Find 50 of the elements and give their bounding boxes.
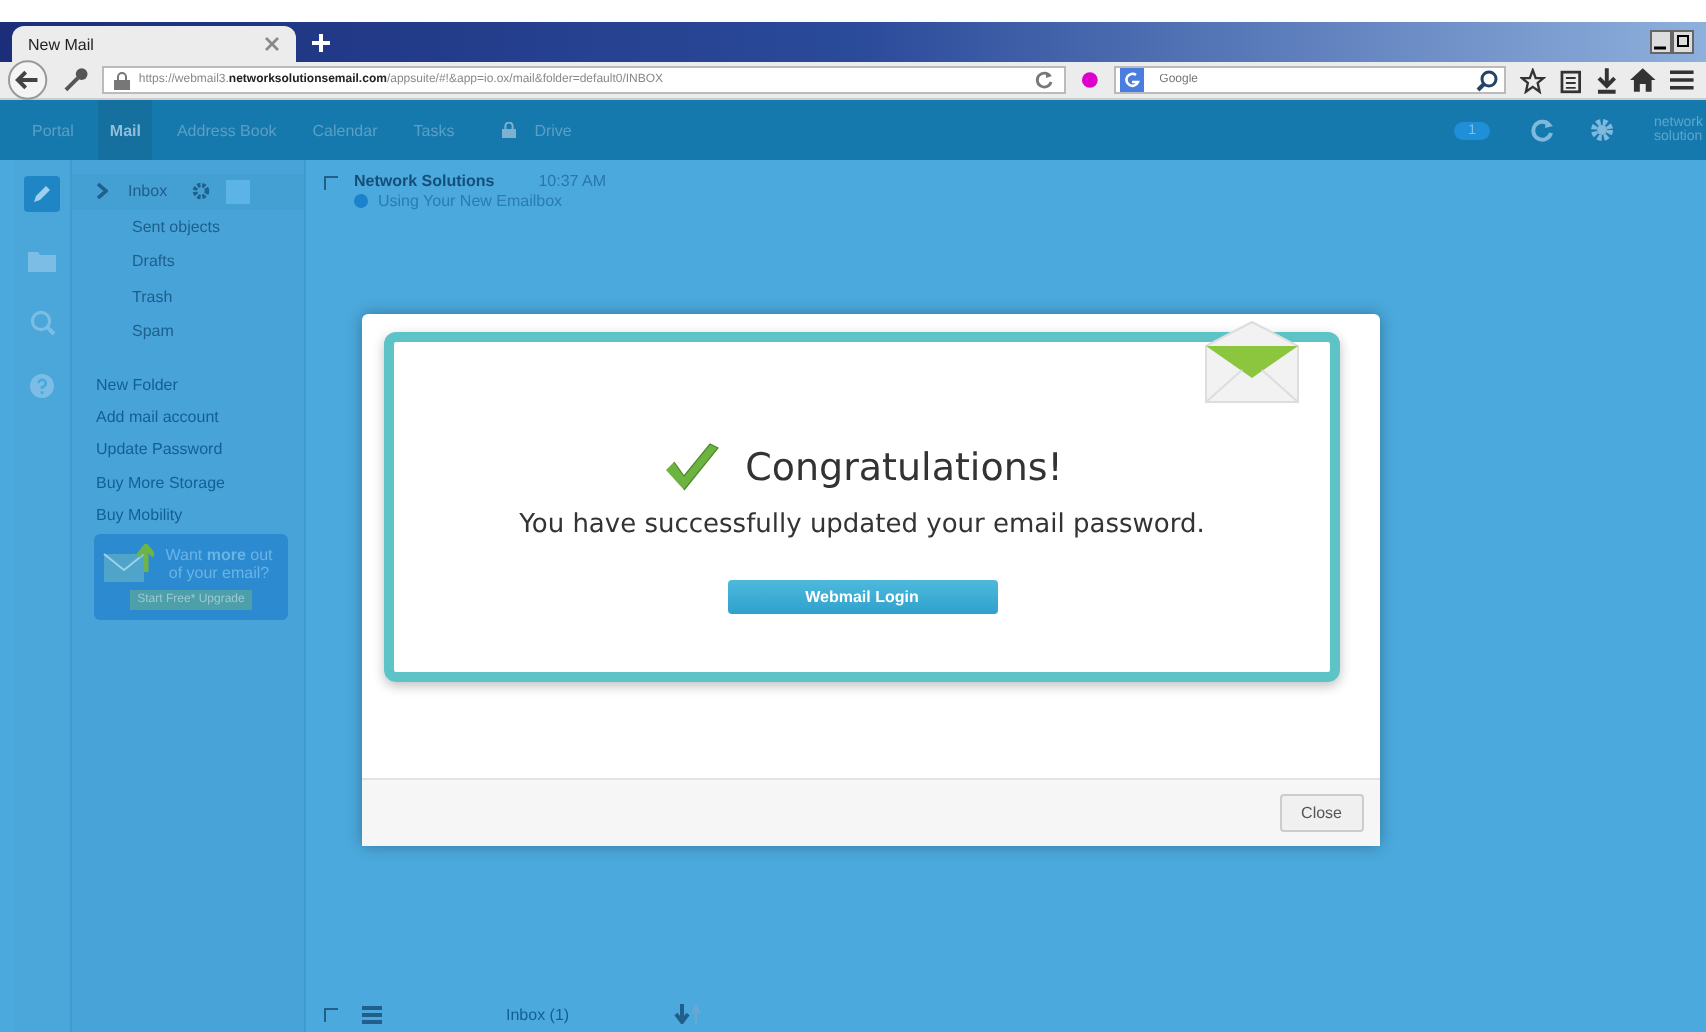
plus-icon[interactable]	[312, 34, 330, 52]
app-tab[interactable]: Address Book	[164, 100, 289, 160]
promo-text: Want more out of your email?	[163, 546, 275, 583]
clipboard-icon[interactable]	[1559, 67, 1582, 93]
folder-link[interactable]: New Folder	[96, 373, 304, 395]
folder-link[interactable]: Update Password	[96, 438, 304, 461]
folder-item[interactable]: Trash	[72, 279, 304, 314]
folder-item[interactable]: Spam	[72, 314, 304, 349]
login-button[interactable]: Webmail Login	[727, 580, 997, 614]
sort-icon[interactable]	[673, 1004, 702, 1024]
menu-icon[interactable]	[1670, 70, 1694, 90]
checkmark-icon	[661, 442, 722, 494]
dialog-title: Congratulations!	[745, 446, 1063, 490]
list-view-icon[interactable]	[362, 1005, 382, 1023]
refresh-icon[interactable]	[1530, 118, 1554, 142]
folder-link[interactable]: Buy Mobility	[96, 504, 304, 527]
mail-sender: Network Solutions	[354, 172, 495, 190]
settings-icon[interactable]	[1590, 118, 1614, 142]
search-icon[interactable]	[1476, 69, 1499, 91]
back-icon[interactable]	[8, 60, 48, 100]
download-icon[interactable]	[1595, 67, 1617, 93]
google-icon	[1119, 68, 1144, 92]
folder-link[interactable]: Add mail account	[96, 405, 304, 428]
app-tab[interactable]: Tasks	[401, 100, 467, 160]
app-tab[interactable]: Portal	[20, 100, 86, 160]
app-tab[interactable]: Calendar	[300, 100, 390, 160]
key-icon	[61, 66, 89, 94]
browser-tab[interactable]: New Mail	[12, 26, 296, 62]
close-icon[interactable]	[264, 36, 280, 52]
reload-icon[interactable]	[1033, 70, 1054, 90]
settings-icon[interactable]	[191, 182, 210, 201]
folder-item[interactable]: Sent objects	[72, 209, 304, 244]
home-icon[interactable]	[1630, 68, 1657, 92]
app-tab[interactable]: Mail	[97, 100, 153, 160]
checkbox[interactable]	[324, 176, 338, 190]
compose-icon[interactable]	[24, 176, 60, 212]
chevron-icon[interactable]	[96, 182, 108, 201]
tab-title: New Mail	[28, 35, 94, 53]
envelope-icon	[102, 544, 154, 585]
star-icon[interactable]	[1520, 67, 1546, 93]
folder-name: Inbox (1)	[506, 1005, 570, 1023]
folder-item[interactable]: Drafts	[72, 244, 304, 279]
folder-link[interactable]: Buy More Storage	[96, 471, 304, 494]
lock-icon	[114, 71, 131, 89]
window-controls-icon[interactable]	[1650, 30, 1694, 54]
folder-item[interactable]: Inbox	[72, 174, 304, 209]
close-button[interactable]: Close	[1279, 794, 1364, 832]
dialog-message: You have successfully updated your email password.	[519, 510, 1205, 540]
checkbox[interactable]	[324, 1007, 338, 1021]
app-tab[interactable]: Drive	[478, 100, 584, 160]
